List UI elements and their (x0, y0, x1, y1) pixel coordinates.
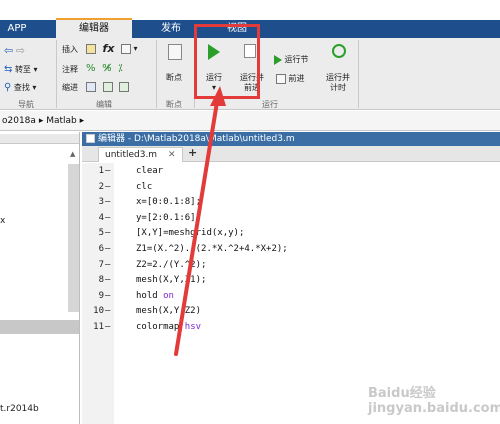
watermark: Baidu经验 jingyan.baidu.com (368, 386, 500, 416)
annotation-arrow (174, 86, 226, 356)
